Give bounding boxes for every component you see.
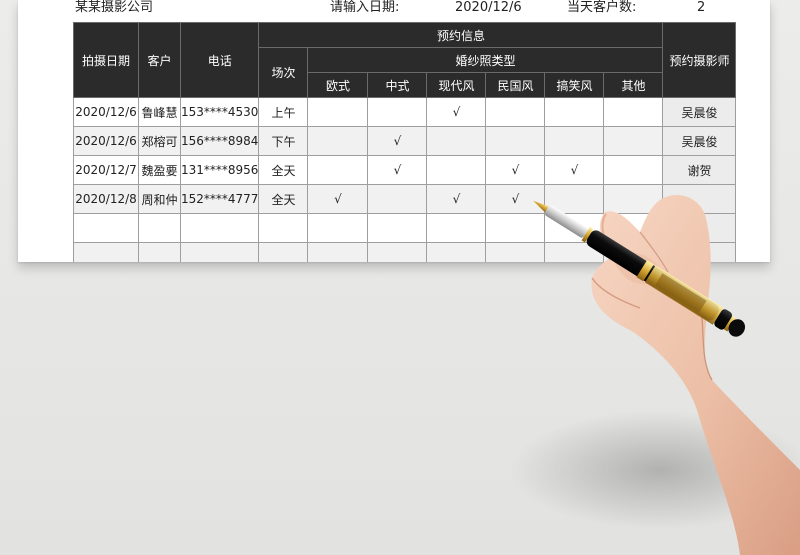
cell-style-check[interactable] xyxy=(307,155,369,185)
cell-customer[interactable]: 郑榕可 xyxy=(138,126,181,156)
cell-style-check[interactable] xyxy=(603,213,664,243)
cell-date[interactable]: 2020/12/6 xyxy=(73,126,139,156)
table-row: 2020/12/6 郑榕可 156****8984 下午 √ 吴晨俊 xyxy=(73,126,737,156)
cell-session[interactable]: 上午 xyxy=(258,97,309,127)
header-session: 场次 xyxy=(258,47,309,98)
cell-customer[interactable] xyxy=(138,213,181,243)
cell-photographer[interactable] xyxy=(662,213,737,243)
cell-style-check[interactable] xyxy=(544,213,605,243)
cell-style-check[interactable] xyxy=(307,97,369,127)
cell-session[interactable]: 下午 xyxy=(258,126,309,156)
cell-style-check[interactable]: √ xyxy=(544,155,605,185)
cell-style-check[interactable] xyxy=(603,126,664,156)
cell-phone[interactable]: 152****4777 xyxy=(179,184,260,214)
cell-phone[interactable] xyxy=(179,242,260,262)
cell-customer[interactable]: 周和仲 xyxy=(138,184,181,214)
cell-date[interactable]: 2020/12/8 xyxy=(73,184,139,214)
date-input[interactable]: 2020/12/6 xyxy=(455,0,522,15)
cell-date[interactable]: 2020/12/6 xyxy=(73,97,139,127)
cell-customer[interactable]: 鲁峰慧 xyxy=(138,97,181,127)
header-style-3: 民国风 xyxy=(485,72,546,98)
cell-phone[interactable]: 156****8984 xyxy=(179,126,260,156)
cell-session[interactable]: 全天 xyxy=(258,155,309,185)
cell-phone[interactable]: 153****4530 xyxy=(179,97,260,127)
cell-style-check[interactable] xyxy=(307,126,369,156)
cell-phone[interactable]: 131****8956 xyxy=(179,155,260,185)
cell-style-check[interactable] xyxy=(367,97,428,127)
header-shoot-date: 拍摄日期 xyxy=(73,22,139,98)
header-style-5: 其他 xyxy=(603,72,664,98)
sheet-header-bar: 某某摄影公司 请输入日期: 2020/12/6 当天客户数: 2 xyxy=(18,0,770,21)
cell-style-check[interactable] xyxy=(426,126,487,156)
cell-style-check[interactable]: √ xyxy=(367,155,428,185)
header-wedding-type: 婚纱照类型 xyxy=(307,47,664,73)
cell-style-check[interactable]: √ xyxy=(485,155,546,185)
cell-photographer[interactable] xyxy=(662,184,737,214)
cell-style-check[interactable] xyxy=(544,126,605,156)
cell-session[interactable]: 全天 xyxy=(258,184,309,214)
company-name: 某某摄影公司 xyxy=(75,0,154,15)
customer-count-value: 2 xyxy=(697,0,706,15)
cell-style-check[interactable] xyxy=(544,97,605,127)
hand-shadow xyxy=(510,410,800,530)
booking-table: 拍摄日期 客户 电话 预约信息 预约摄影师 场次 婚纱照类型 欧式 中式 现代风 民国… xyxy=(73,22,737,262)
cell-style-check[interactable] xyxy=(544,242,605,262)
cell-style-check[interactable] xyxy=(367,242,428,262)
cell-style-check[interactable] xyxy=(307,213,369,243)
date-label: 请输入日期: xyxy=(330,0,400,15)
cell-style-check[interactable] xyxy=(485,97,546,127)
cell-style-check[interactable] xyxy=(367,184,428,214)
cell-style-check[interactable]: √ xyxy=(426,97,487,127)
cell-customer[interactable]: 魏盈要 xyxy=(138,155,181,185)
cell-style-check[interactable]: √ xyxy=(307,184,369,214)
cell-session[interactable] xyxy=(258,213,309,243)
cell-date[interactable]: 2020/12/7 xyxy=(73,155,139,185)
cell-style-check[interactable] xyxy=(307,242,369,262)
cell-date[interactable] xyxy=(73,213,139,243)
cell-style-check[interactable] xyxy=(603,155,664,185)
cell-style-check[interactable]: √ xyxy=(367,126,428,156)
cell-style-check[interactable] xyxy=(426,213,487,243)
cell-style-check[interactable] xyxy=(603,242,664,262)
customer-count-label: 当天客户数: xyxy=(567,0,637,15)
cell-photographer[interactable] xyxy=(662,242,737,262)
header-style-1: 中式 xyxy=(367,72,428,98)
header-style-2: 现代风 xyxy=(426,72,487,98)
cell-customer[interactable] xyxy=(138,242,181,262)
cell-style-check[interactable] xyxy=(485,213,546,243)
cell-style-check[interactable]: √ xyxy=(426,184,487,214)
cell-photographer[interactable]: 谢贺 xyxy=(662,155,737,185)
table-row: 2020/12/8 周和仲 152****4777 全天 √ √ √ xyxy=(73,184,737,214)
cell-style-check[interactable] xyxy=(603,97,664,127)
table-row xyxy=(73,213,737,243)
cell-date[interactable] xyxy=(73,242,139,262)
header-customer: 客户 xyxy=(138,22,181,98)
header-phone: 电话 xyxy=(179,22,260,98)
header-booking-info: 预约信息 xyxy=(258,22,664,48)
cell-style-check[interactable] xyxy=(603,184,664,214)
cell-style-check[interactable] xyxy=(485,126,546,156)
header-style-4: 搞笑风 xyxy=(544,72,605,98)
spreadsheet-sheet: 某某摄影公司 请输入日期: 2020/12/6 当天客户数: 2 拍摄日期 客户… xyxy=(18,0,770,262)
cell-photographer[interactable]: 吴晨俊 xyxy=(662,97,737,127)
cell-style-check[interactable] xyxy=(426,155,487,185)
cell-style-check[interactable] xyxy=(544,184,605,214)
cell-style-check[interactable] xyxy=(426,242,487,262)
header-style-0: 欧式 xyxy=(307,72,369,98)
cell-phone[interactable] xyxy=(179,213,260,243)
cell-photographer[interactable]: 吴晨俊 xyxy=(662,126,737,156)
table-row: 2020/12/7 魏盈要 131****8956 全天 √ √ √ 谢贺 xyxy=(73,155,737,185)
table-row: 2020/12/6 鲁峰慧 153****4530 上午 √ 吴晨俊 xyxy=(73,97,737,127)
cell-session[interactable] xyxy=(258,242,309,262)
cell-style-check[interactable] xyxy=(367,213,428,243)
cell-style-check[interactable] xyxy=(485,242,546,262)
header-photographer: 预约摄影师 xyxy=(662,22,737,98)
cell-style-check[interactable]: √ xyxy=(485,184,546,214)
table-row xyxy=(73,242,737,262)
